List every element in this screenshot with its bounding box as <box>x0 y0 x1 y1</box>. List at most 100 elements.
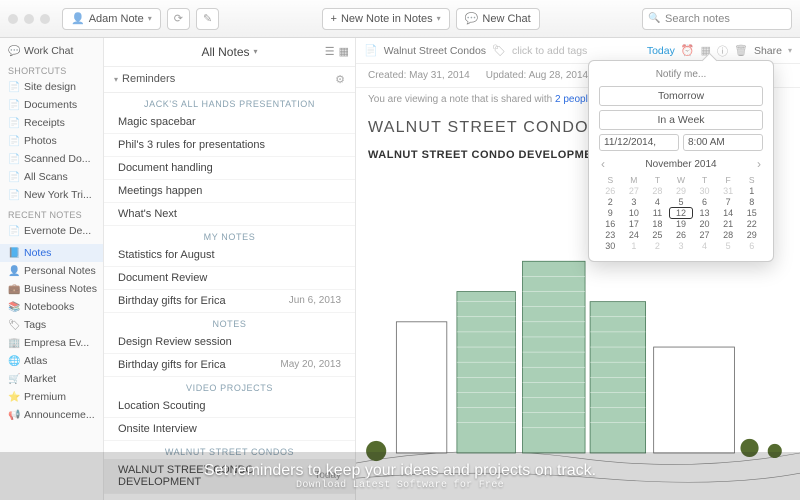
calendar-day[interactable]: 13 <box>693 208 716 218</box>
calendar-day[interactable]: 1 <box>623 241 646 251</box>
zoom-dot[interactable] <box>40 14 50 24</box>
note-row[interactable]: Design Review session <box>104 331 355 354</box>
sidebar-item[interactable]: 📄Documents <box>0 96 103 114</box>
sidebar-nav-item[interactable]: 🏢Empresa Ev... <box>0 334 103 352</box>
note-list-header[interactable]: All Notes ▾ ☰ ▦ <box>104 38 355 67</box>
sidebar-nav-item[interactable]: 🛒Market <box>0 370 103 388</box>
note-row[interactable]: What's Next <box>104 203 355 226</box>
reminder-icon[interactable]: ⏰ <box>681 44 695 57</box>
sidebar-nav-item[interactable]: 👤Personal Notes <box>0 262 103 280</box>
calendar-day[interactable]: 3 <box>670 241 693 251</box>
tags-placeholder[interactable]: click to add tags <box>512 45 587 57</box>
sidebar-nav-item[interactable]: 🏷Tags <box>0 316 103 334</box>
calendar-day[interactable]: 25 <box>646 230 669 240</box>
calendar-day[interactable]: 20 <box>693 219 716 229</box>
reminders-section[interactable]: ▾ Reminders ⚙ <box>104 67 355 93</box>
calendar-day[interactable]: 4 <box>693 241 716 251</box>
calendar-day[interactable]: 6 <box>740 241 763 251</box>
notifications-button[interactable]: ✎ <box>196 8 219 30</box>
info-icon[interactable]: ⓘ <box>717 43 728 59</box>
sidebar-item[interactable]: 📄New York Tri... <box>0 186 103 204</box>
calendar-day[interactable]: 7 <box>717 197 740 207</box>
note-row[interactable]: Statistics for August <box>104 244 355 267</box>
sidebar-nav-item[interactable]: 📚Notebooks <box>0 298 103 316</box>
grid-view-icon[interactable]: ▦ <box>339 45 349 58</box>
new-note-button[interactable]: + New Note in Notes ▾ <box>322 8 450 30</box>
calendar-day[interactable]: 30 <box>693 186 716 196</box>
sidebar-item[interactable]: 📄Scanned Do... <box>0 150 103 168</box>
sidebar-nav-item[interactable]: 📢Announceme... <box>0 406 103 424</box>
note-row[interactable]: To-Do (original) <box>104 494 355 500</box>
calendar-day[interactable]: 12 <box>670 208 693 218</box>
sidebar-item[interactable]: 📄Receipts <box>0 114 103 132</box>
account-menu[interactable]: 👤 Adam Note ▾ <box>62 8 161 30</box>
sidebar-item[interactable]: 📄Site design <box>0 78 103 96</box>
calendar-day[interactable]: 29 <box>740 230 763 240</box>
note-row[interactable]: Location Scouting <box>104 395 355 418</box>
trash-icon[interactable]: 🗑 <box>734 44 748 57</box>
note-row[interactable]: Birthday gifts for EricaMay 20, 2013 <box>104 354 355 377</box>
close-dot[interactable] <box>8 14 18 24</box>
tag-icon[interactable]: 🏷 <box>492 44 506 57</box>
calendar-day[interactable]: 27 <box>623 186 646 196</box>
calendar-day[interactable]: 26 <box>670 230 693 240</box>
prev-month-button[interactable]: ‹ <box>601 157 605 171</box>
sidebar-nav-item[interactable]: 🌐Atlas <box>0 352 103 370</box>
calendar-day[interactable]: 11 <box>646 208 669 218</box>
note-row[interactable]: Document handling <box>104 157 355 180</box>
calendar-day[interactable]: 1 <box>740 186 763 196</box>
reminder-time-field[interactable]: 8:00 AM <box>683 134 763 151</box>
note-row[interactable]: Magic spacebar <box>104 111 355 134</box>
calendar-day[interactable]: 22 <box>740 219 763 229</box>
sidebar-nav-item[interactable]: 📘Notes <box>0 244 103 262</box>
search-input[interactable]: Search notes <box>642 8 792 30</box>
calendar-day[interactable]: 26 <box>599 186 622 196</box>
calendar-day[interactable]: 3 <box>623 197 646 207</box>
note-row[interactable]: Birthday gifts for EricaJun 6, 2013 <box>104 290 355 313</box>
calendar-day[interactable]: 6 <box>693 197 716 207</box>
calendar-day[interactable]: 2 <box>646 241 669 251</box>
calendar-day[interactable]: 4 <box>646 197 669 207</box>
calendar-day[interactable]: 28 <box>646 186 669 196</box>
gear-icon[interactable]: ⚙ <box>335 73 345 86</box>
calendar-day[interactable]: 15 <box>740 208 763 218</box>
calendar-day[interactable]: 5 <box>670 197 693 207</box>
note-row[interactable]: Meetings happen <box>104 180 355 203</box>
minimize-dot[interactable] <box>24 14 34 24</box>
share-button[interactable]: Share <box>754 45 782 57</box>
new-chat-button[interactable]: 💬 New Chat <box>456 8 540 30</box>
sidebar-item[interactable]: 📄Photos <box>0 132 103 150</box>
list-view-icon[interactable]: ☰ <box>325 45 335 58</box>
calendar-day[interactable]: 31 <box>717 186 740 196</box>
calendar-day[interactable]: 19 <box>670 219 693 229</box>
notify-in-a-week-button[interactable]: In a Week <box>599 110 763 130</box>
sidebar-item[interactable]: 📄Evernote De... <box>0 222 103 240</box>
calendar-day[interactable]: 21 <box>717 219 740 229</box>
calendar-day[interactable]: 30 <box>599 241 622 251</box>
calendar-day[interactable]: 16 <box>599 219 622 229</box>
reminder-date-field[interactable]: 11/12/2014, <box>599 134 679 151</box>
sidebar-item[interactable]: 📄All Scans <box>0 168 103 186</box>
calendar-day[interactable]: 27 <box>693 230 716 240</box>
sync-button[interactable]: ⟳ <box>167 8 190 30</box>
next-month-button[interactable]: › <box>757 157 761 171</box>
calendar-day[interactable]: 18 <box>646 219 669 229</box>
calendar-day[interactable]: 24 <box>623 230 646 240</box>
sidebar-nav-item[interactable]: 💼Business Notes <box>0 280 103 298</box>
calendar-day[interactable]: 17 <box>623 219 646 229</box>
note-row[interactable]: Document Review <box>104 267 355 290</box>
calendar-day[interactable]: 9 <box>599 208 622 218</box>
calendar-day[interactable]: 29 <box>670 186 693 196</box>
calendar-day[interactable]: 2 <box>599 197 622 207</box>
note-row[interactable]: Phil's 3 rules for presentations <box>104 134 355 157</box>
note-row[interactable]: WALNUT STREET CONDO DEVELOPMENTToday <box>104 459 355 494</box>
calendar-day[interactable]: 5 <box>717 241 740 251</box>
note-row[interactable]: Onsite Interview <box>104 418 355 441</box>
calendar-day[interactable]: 14 <box>717 208 740 218</box>
calendar-day[interactable]: 8 <box>740 197 763 207</box>
notify-tomorrow-button[interactable]: Tomorrow <box>599 86 763 106</box>
reminder-today-label[interactable]: Today <box>647 45 675 57</box>
sidebar-nav-item[interactable]: ⭐Premium <box>0 388 103 406</box>
calendar-day[interactable]: 28 <box>717 230 740 240</box>
calendar-day[interactable]: 10 <box>623 208 646 218</box>
